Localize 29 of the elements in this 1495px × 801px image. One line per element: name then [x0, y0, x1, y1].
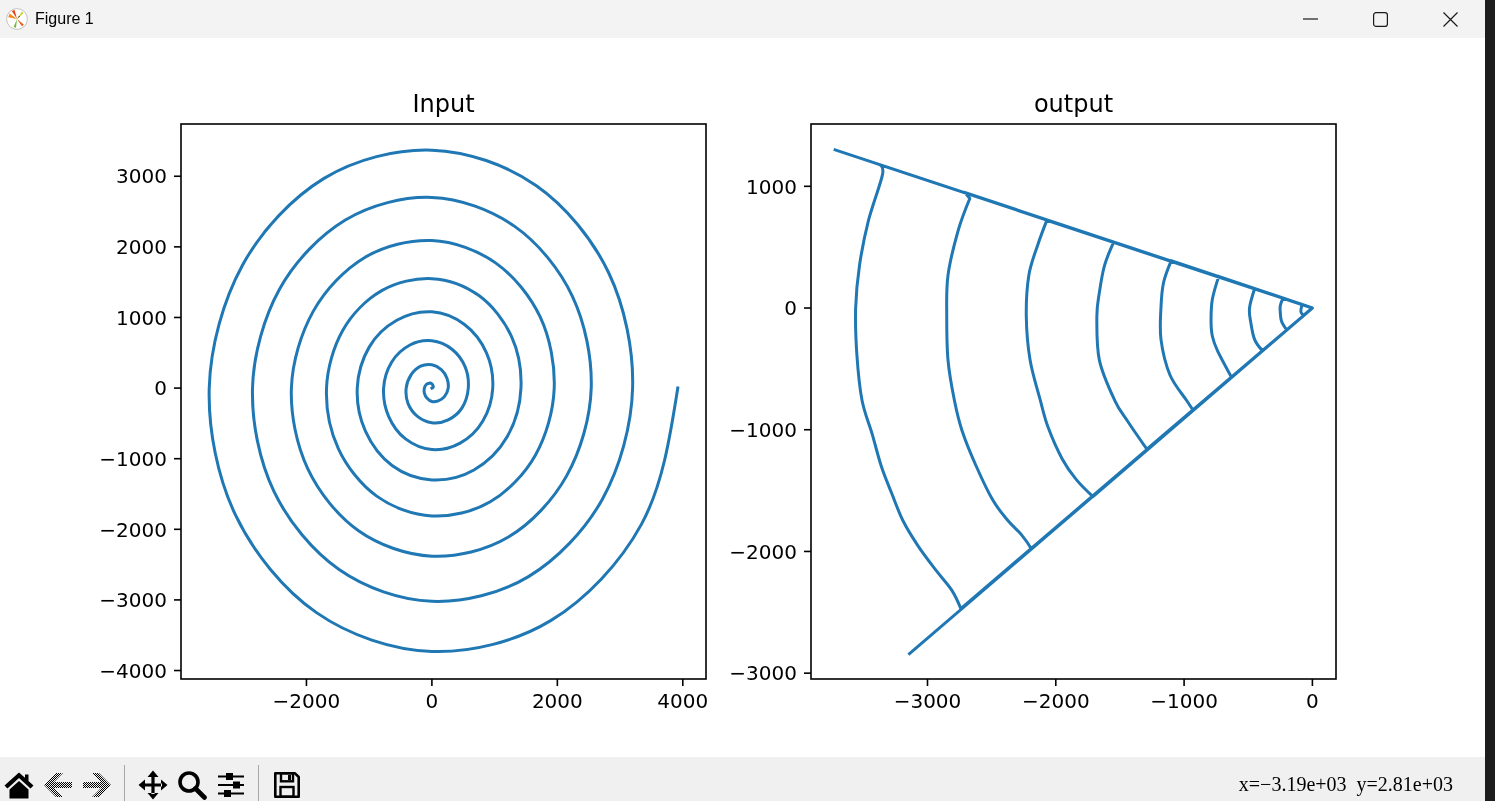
- app-icon: [6, 8, 28, 30]
- x-tick-label: −3000: [893, 689, 962, 713]
- y-tick-label: 2000: [116, 235, 167, 260]
- x-tick-label: −2000: [1021, 689, 1090, 713]
- window-title: Figure 1: [35, 10, 94, 28]
- maximize-icon: [1372, 11, 1388, 27]
- y-tick-label: −2000: [729, 539, 797, 564]
- x-tick-label: −1000: [1150, 689, 1218, 713]
- y-tick-label: −4000: [99, 658, 167, 683]
- x-tick-label: 2000: [531, 689, 583, 713]
- close-icon: [1442, 11, 1458, 27]
- y-tick-label: −3000: [729, 661, 797, 686]
- y-tick-label: −1000: [729, 417, 797, 442]
- y-tick-label: 1000: [116, 305, 167, 330]
- chart-title: Input: [412, 90, 475, 118]
- x-tick-label: 4000: [657, 689, 709, 713]
- y-tick-label: −2000: [99, 517, 167, 542]
- cursor-coordinates: x=−3.19e+03 y=2.81e+03: [1238, 773, 1453, 796]
- x-tick-label: −2000: [272, 689, 341, 713]
- y-tick-label: 0: [784, 296, 797, 321]
- y-tick-label: 1000: [746, 174, 797, 199]
- y-tick-label: 0: [154, 376, 167, 401]
- y-tick-label: 3000: [116, 164, 167, 189]
- chart-title: output: [1033, 90, 1114, 118]
- y-tick-label: −3000: [99, 588, 167, 613]
- x-tick-label: 0: [425, 689, 439, 713]
- x-tick-label: 0: [1306, 689, 1319, 713]
- y-tick-label: −1000: [99, 446, 167, 471]
- minimize-icon: [1302, 18, 1318, 20]
